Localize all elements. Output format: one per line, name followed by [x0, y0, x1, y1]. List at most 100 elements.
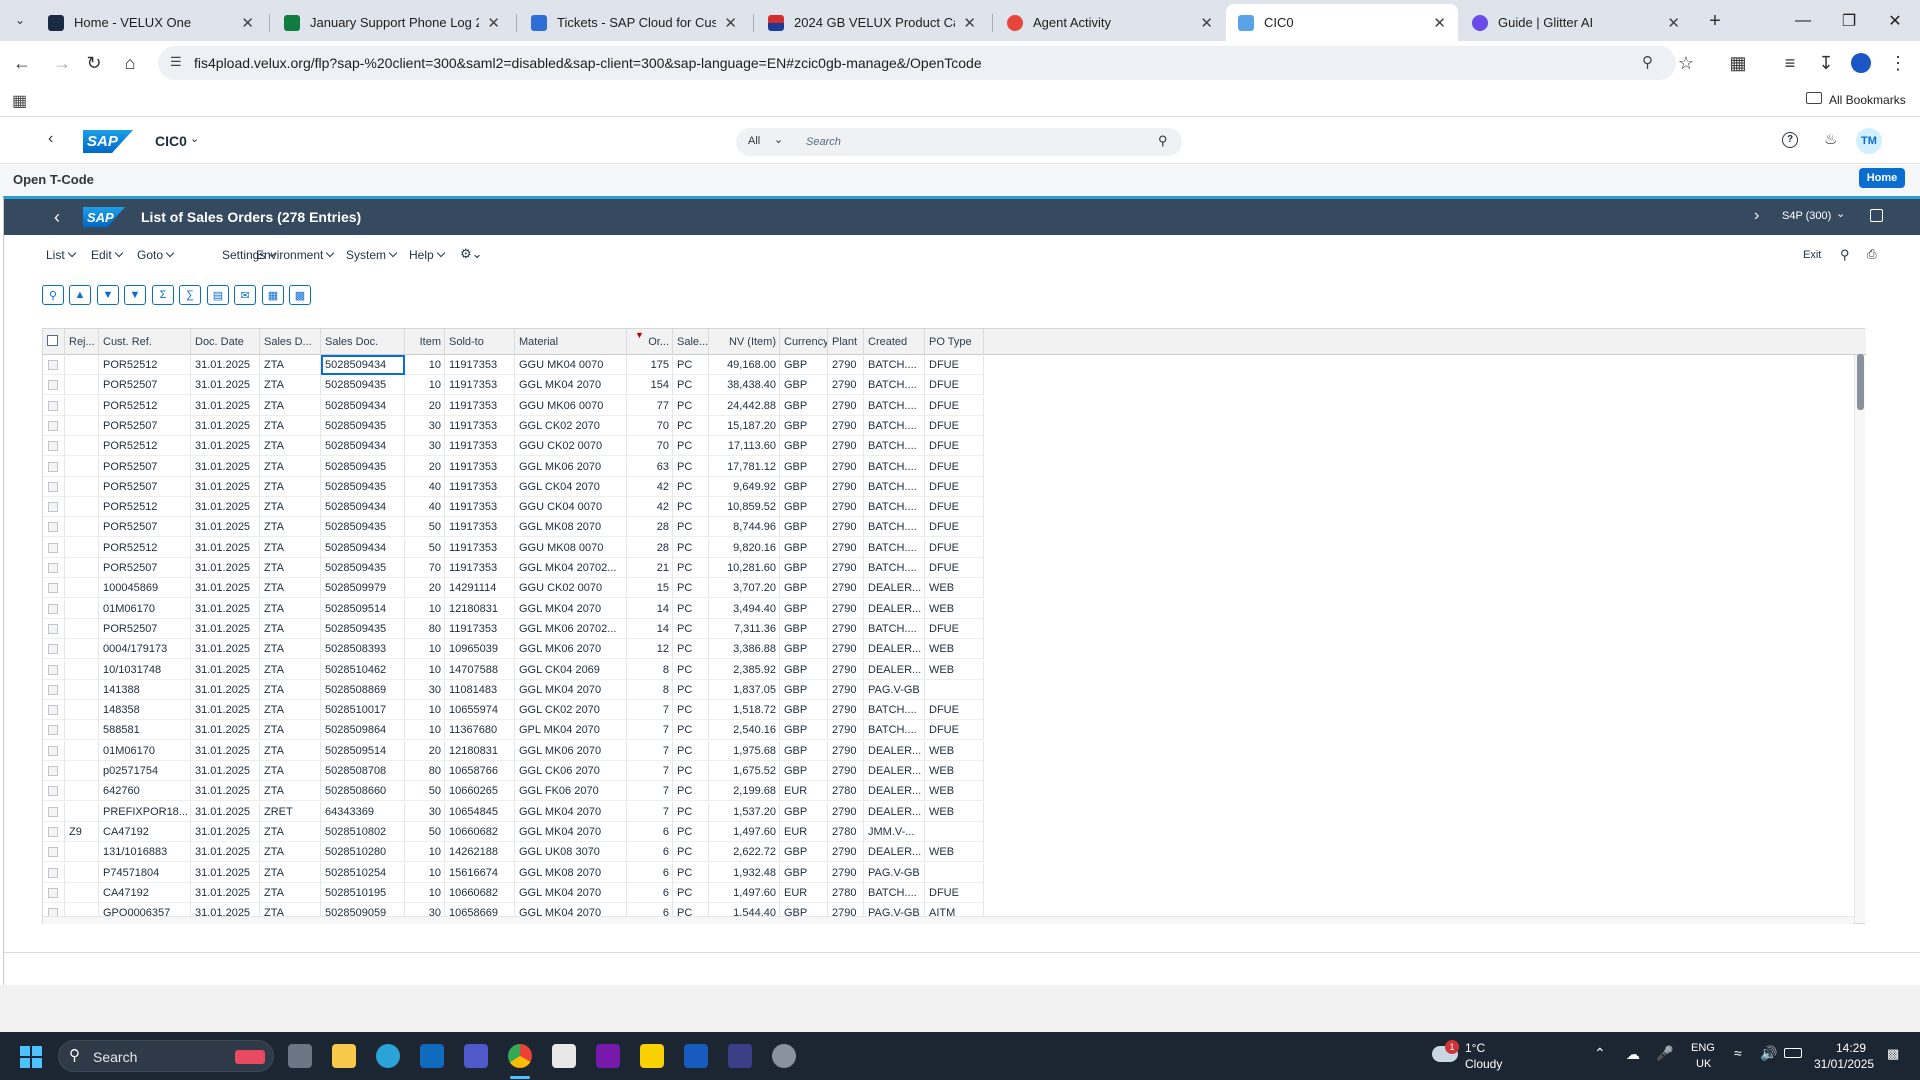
cell-sold-to[interactable]: 10654845	[445, 801, 515, 822]
cell-plant[interactable]: 2790	[828, 842, 864, 863]
cell-rejection[interactable]: Z9	[65, 821, 99, 842]
cell-order-qty[interactable]: 42	[627, 476, 673, 497]
cell-net-value[interactable]: 17,781.12	[709, 456, 780, 477]
cell-item[interactable]: 10	[405, 639, 445, 660]
cell-created[interactable]: DEALER...	[864, 842, 925, 863]
cell-sold-to[interactable]: 11917353	[445, 497, 515, 518]
cell-cust-ref[interactable]: 588581	[99, 720, 191, 741]
cell-doc-date[interactable]: 31.01.2025	[191, 882, 260, 903]
close-tab-icon[interactable]: ✕	[241, 14, 254, 32]
cell-doc-date[interactable]: 31.01.2025	[191, 517, 260, 538]
restore-window-icon[interactable]: ❐	[1826, 0, 1872, 41]
row-select-checkbox[interactable]	[48, 542, 58, 553]
cell-order-qty[interactable]: 7	[627, 740, 673, 761]
table-row[interactable]: 100045869 31.01.2025 ZTA 5028509979 20 142911…	[43, 578, 984, 599]
cell-cust-ref[interactable]: POR52512	[99, 355, 191, 375]
cell-plant[interactable]: 2790	[828, 395, 864, 416]
cell-rejection[interactable]	[65, 842, 99, 863]
cell-doc-date[interactable]: 31.01.2025	[191, 801, 260, 822]
row-select-checkbox[interactable]	[48, 380, 58, 391]
cell-sales-doc[interactable]: 5028510254	[321, 862, 405, 883]
cell-cust-ref[interactable]: POR52507	[99, 415, 191, 436]
cell-sales-doc[interactable]: 5028510195	[321, 882, 405, 903]
cell-po-type[interactable]: DFUE	[925, 497, 984, 518]
cell-material[interactable]: GGU CK02 0070	[515, 578, 627, 599]
cell-order-qty[interactable]: 14	[627, 598, 673, 619]
cell-item[interactable]: 20	[405, 456, 445, 477]
cell-sales-doc[interactable]: 5028509435	[321, 375, 405, 396]
table-row[interactable]: POR52512 31.01.2025 ZTA 5028509434 30 1191735…	[43, 436, 984, 457]
cell-cust-ref[interactable]: POR52507	[99, 375, 191, 396]
sap-logo[interactable]: SAP	[83, 130, 133, 153]
cell-doc-date[interactable]: 31.01.2025	[191, 537, 260, 558]
cell-item[interactable]: 10	[405, 355, 445, 375]
cell-sales-doc-type[interactable]: ZTA	[260, 781, 321, 802]
cell-item[interactable]: 10	[405, 882, 445, 903]
cell-material[interactable]: GGU MK06 0070	[515, 395, 627, 416]
cell-doc-date[interactable]: 31.01.2025	[191, 355, 260, 375]
cell-po-type[interactable]: DFUE	[925, 395, 984, 416]
input-region[interactable]: UK	[1696, 1058, 1711, 1070]
gui-back-icon[interactable]: ‹	[54, 207, 60, 228]
column-header-sold-to[interactable]: Sold-to	[445, 329, 515, 355]
cell-created[interactable]: DEALER...	[864, 598, 925, 619]
row-selector[interactable]	[43, 740, 65, 761]
task-view-icon[interactable]	[288, 1044, 312, 1068]
cell-rejection[interactable]	[65, 598, 99, 619]
row-select-checkbox[interactable]	[48, 603, 58, 614]
cell-item[interactable]: 10	[405, 659, 445, 680]
table-row[interactable]: POR52507 31.01.2025 ZTA 5028509435 50 1191735…	[43, 517, 984, 538]
layout-icon[interactable]: ▩	[289, 285, 311, 305]
row-selector[interactable]	[43, 436, 65, 457]
cell-created[interactable]: BATCH....	[864, 882, 925, 903]
cell-sales-doc-type[interactable]: ZTA	[260, 659, 321, 680]
download-icon[interactable]: ↧	[1810, 47, 1842, 79]
cell-sales-unit[interactable]: PC	[673, 415, 709, 436]
table-row[interactable]: Z9 CA47192 31.01.2025 ZTA 5028510802 50 106606…	[43, 821, 984, 842]
cell-sales-doc[interactable]: 5028508869	[321, 679, 405, 700]
row-select-checkbox[interactable]	[48, 867, 58, 878]
cell-cust-ref[interactable]: 10/1031748	[99, 659, 191, 680]
column-header-item[interactable]: Item	[405, 329, 445, 355]
cell-sales-doc-type[interactable]: ZTA	[260, 639, 321, 660]
close-tab-icon[interactable]: ✕	[1667, 14, 1680, 32]
table-row[interactable]: POR52507 31.01.2025 ZTA 5028509435 80 1191735…	[43, 618, 984, 639]
cell-rejection[interactable]	[65, 537, 99, 558]
row-select-checkbox[interactable]	[48, 766, 58, 776]
table-row[interactable]: p02571754 31.01.2025 ZTA 5028508708 80 106587…	[43, 761, 984, 781]
cell-material[interactable]: GGL MK04 2070	[515, 882, 627, 903]
cell-item[interactable]: 70	[405, 558, 445, 578]
cell-created[interactable]: DEALER...	[864, 659, 925, 680]
table-row[interactable]: POR52507 31.01.2025 ZTA 5028509435 20 1191735…	[43, 456, 984, 477]
cell-net-value[interactable]: 10,281.60	[709, 558, 780, 578]
cell-sales-unit[interactable]: PC	[673, 781, 709, 802]
cell-sold-to[interactable]: 10965039	[445, 639, 515, 660]
cell-sales-doc-type[interactable]: ZTA	[260, 679, 321, 700]
cell-sales-unit[interactable]: PC	[673, 659, 709, 680]
cell-sales-doc[interactable]: 5028509434	[321, 395, 405, 416]
shell-search-input[interactable]: Search	[806, 136, 841, 148]
cell-po-type[interactable]: WEB	[925, 659, 984, 680]
cell-cust-ref[interactable]: 01M06170	[99, 598, 191, 619]
cell-sold-to[interactable]: 14262188	[445, 842, 515, 863]
cell-sales-unit[interactable]: PC	[673, 740, 709, 761]
cell-item[interactable]: 10	[405, 862, 445, 883]
cell-created[interactable]: BATCH....	[864, 497, 925, 518]
cell-currency[interactable]: GBP	[780, 476, 828, 497]
cell-rejection[interactable]	[65, 659, 99, 680]
cell-sales-doc[interactable]: 5028509434	[321, 355, 405, 375]
row-select-checkbox[interactable]	[48, 583, 58, 594]
cell-sales-unit[interactable]: PC	[673, 862, 709, 883]
vertical-scrollbar-thumb[interactable]	[1857, 354, 1864, 410]
cell-doc-date[interactable]: 31.01.2025	[191, 740, 260, 761]
cell-currency[interactable]: EUR	[780, 781, 828, 802]
system-selector[interactable]: S4P (300)	[1782, 210, 1831, 222]
row-selector[interactable]	[43, 801, 65, 822]
chrome-icon[interactable]	[508, 1044, 532, 1068]
cell-order-qty[interactable]: 175	[627, 355, 673, 375]
cell-cust-ref[interactable]: CA47192	[99, 821, 191, 842]
menu-more-gear-icon[interactable]: ⚙⌄	[460, 246, 483, 262]
cell-net-value[interactable]: 17,113.60	[709, 436, 780, 457]
cell-sold-to[interactable]: 11917353	[445, 537, 515, 558]
cell-plant[interactable]: 2790	[828, 537, 864, 558]
